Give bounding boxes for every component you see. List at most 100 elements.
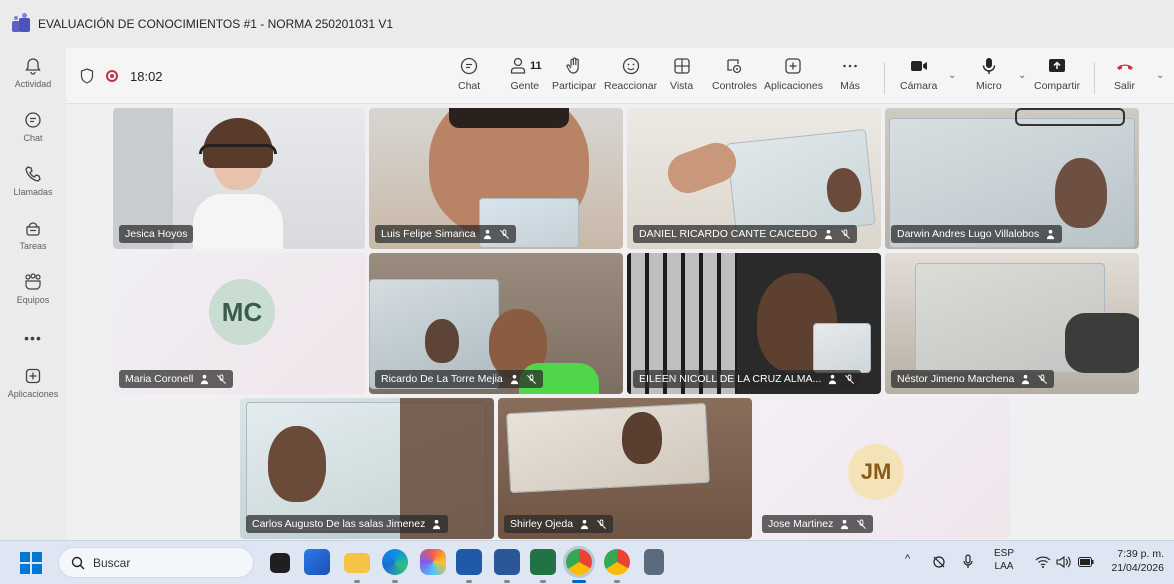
rail-item-apps[interactable]: Aplicaciones <box>0 366 66 412</box>
org-badge-icon <box>841 519 849 529</box>
participant-name-tag: EILEEN NICOLL DE LA CRUZ ALMA... <box>633 370 862 388</box>
file-explorer-icon[interactable] <box>344 553 370 573</box>
people-icon <box>510 57 526 74</box>
meeting-timer: 18:02 <box>130 68 163 84</box>
language-indicator[interactable]: ESP LAA <box>994 547 1014 573</box>
rail-label: Llamadas <box>13 187 53 197</box>
participant-name: Maria Coronell <box>125 373 194 385</box>
windows-start-icon[interactable] <box>20 552 42 574</box>
app-running-indicator <box>504 580 510 583</box>
participant-tile[interactable]: DANIEL RICARDO CANTE CAICEDO <box>627 108 881 249</box>
participant-tile[interactable]: Jesica Hoyos <box>113 108 365 249</box>
mic-muted-icon <box>217 373 227 384</box>
participant-tile[interactable]: Carlos Augusto De las salas Jimenez <box>240 398 494 539</box>
toolbar-divider <box>1094 62 1095 94</box>
participant-name: Jesica Hoyos <box>125 228 188 240</box>
hand-icon <box>566 57 579 74</box>
rail-more-button[interactable]: ••• <box>0 318 66 358</box>
chrome-icon[interactable] <box>566 549 592 575</box>
rail-label: Actividad <box>14 79 52 89</box>
react-button[interactable]: Reaccionar <box>604 56 657 92</box>
participant-name: DANIEL RICARDO CANTE CAICEDO <box>639 228 818 240</box>
wifi-icon[interactable] <box>1035 556 1051 568</box>
store-icon[interactable] <box>456 549 482 575</box>
org-badge-icon <box>580 519 589 529</box>
mic-options-chevron-icon[interactable]: ⌄ <box>1018 70 1026 81</box>
mic-muted-icon <box>841 228 851 239</box>
participant-tile[interactable]: MC Maria Coronell <box>113 253 365 394</box>
chat-button[interactable]: Chat <box>458 56 480 92</box>
edge-browser-icon[interactable] <box>382 549 408 575</box>
leave-options-chevron-icon[interactable]: ⌄ <box>1156 70 1164 81</box>
volume-icon[interactable] <box>1056 555 1072 569</box>
mic-button[interactable]: Micro <box>976 56 1002 92</box>
taskbar: Buscar ^ ESP LAA 7:39 p. m. 21/04/2026 <box>0 540 1174 584</box>
video-grid: Jesica Hoyos Luis Felipe Simanca DANIEL … <box>66 104 1174 540</box>
chrome-profile-icon[interactable] <box>604 549 630 575</box>
participant-tile[interactable]: EILEEN NICOLL DE LA CRUZ ALMA... <box>627 253 881 394</box>
taskbar-search[interactable]: Buscar <box>58 547 254 578</box>
share-button[interactable]: Compartir <box>1034 56 1080 92</box>
shield-icon[interactable] <box>80 68 94 84</box>
share-label: Compartir <box>1034 80 1081 92</box>
keyboard-layout: LAA <box>994 561 1014 572</box>
leave-label: Salir <box>1114 80 1136 92</box>
org-badge-icon <box>1047 229 1055 239</box>
widgets-icon[interactable] <box>304 549 330 575</box>
word-icon[interactable] <box>494 549 520 575</box>
system-clock[interactable]: 7:39 p. m. 21/04/2026 <box>1111 547 1164 575</box>
more-button[interactable]: Más <box>840 56 860 92</box>
camera-options-chevron-icon[interactable]: ⌄ <box>948 70 956 81</box>
chat-label: Chat <box>458 80 481 92</box>
task-view-icon[interactable] <box>270 553 290 573</box>
participant-name-tag: Néstor Jimeno Marchena <box>891 370 1055 388</box>
view-button[interactable]: Vista <box>670 56 693 92</box>
recording-indicator-icon <box>106 70 118 82</box>
participant-name: Néstor Jimeno Marchena <box>897 373 1015 385</box>
participant-tile[interactable]: Néstor Jimeno Marchena <box>885 253 1139 394</box>
participant-name: EILEEN NICOLL DE LA CRUZ ALMA... <box>639 373 822 385</box>
leave-button[interactable]: Salir <box>1114 56 1135 92</box>
rail-item-tasks[interactable]: Tareas <box>0 218 66 264</box>
participant-name-tag: Carlos Augusto De las salas Jimenez <box>246 515 449 533</box>
rail-item-chat[interactable]: Chat <box>0 110 66 156</box>
controls-button[interactable]: Controles <box>712 56 757 92</box>
mic-muted-icon <box>845 373 855 384</box>
toolbar-divider <box>884 62 885 94</box>
camera-button[interactable]: Cámara <box>900 56 937 92</box>
participant-tile[interactable]: Shirley Ojeda <box>498 398 752 539</box>
rail-item-calls[interactable]: Llamadas <box>0 164 66 210</box>
participant-name: Shirley Ojeda <box>510 518 574 530</box>
excel-icon[interactable] <box>530 549 556 575</box>
rail-label: Aplicaciones <box>7 389 59 399</box>
calculator-icon[interactable] <box>644 549 664 575</box>
mic-muted-icon <box>526 373 536 384</box>
rail-item-activity[interactable]: Actividad <box>0 56 66 102</box>
participant-tile[interactable]: JM Jose Martinez <box>756 398 1010 539</box>
chat-icon <box>460 57 478 75</box>
show-hidden-icons-chevron-icon[interactable]: ^ <box>905 553 910 565</box>
title-bar: EVALUACIÓN DE CONOCIMIENTOS #1 - NORMA 2… <box>0 0 1174 48</box>
apps-button[interactable]: Aplicaciones <box>764 56 823 92</box>
participant-name-tag: Maria Coronell <box>119 370 234 388</box>
people-button[interactable]: 11 Gente <box>508 56 542 92</box>
org-badge-icon <box>483 229 491 239</box>
chat-icon <box>25 112 41 128</box>
copilot-icon[interactable] <box>420 549 446 575</box>
battery-icon[interactable] <box>1078 557 1094 567</box>
phone-icon <box>25 166 41 182</box>
teams-logo-icon <box>12 13 30 32</box>
raise-hand-button[interactable]: Participar <box>552 56 596 92</box>
rail-item-teams[interactable]: Equipos <box>0 272 66 318</box>
participant-tile[interactable]: Darwin Andres Lugo Villalobos <box>885 108 1139 249</box>
app-running-indicator <box>392 580 398 583</box>
app-running-indicator <box>614 580 620 583</box>
microphone-tray-icon[interactable] <box>962 554 974 570</box>
location-off-icon[interactable] <box>932 555 946 569</box>
participant-tile[interactable]: Luis Felipe Simanca <box>369 108 623 249</box>
avatar: JM <box>848 444 904 500</box>
participant-tile[interactable]: Ricardo De La Torre Mejia <box>369 253 623 394</box>
org-badge-icon <box>829 374 837 384</box>
share-screen-icon <box>1049 59 1066 72</box>
participant-name: Ricardo De La Torre Mejia <box>381 373 503 385</box>
